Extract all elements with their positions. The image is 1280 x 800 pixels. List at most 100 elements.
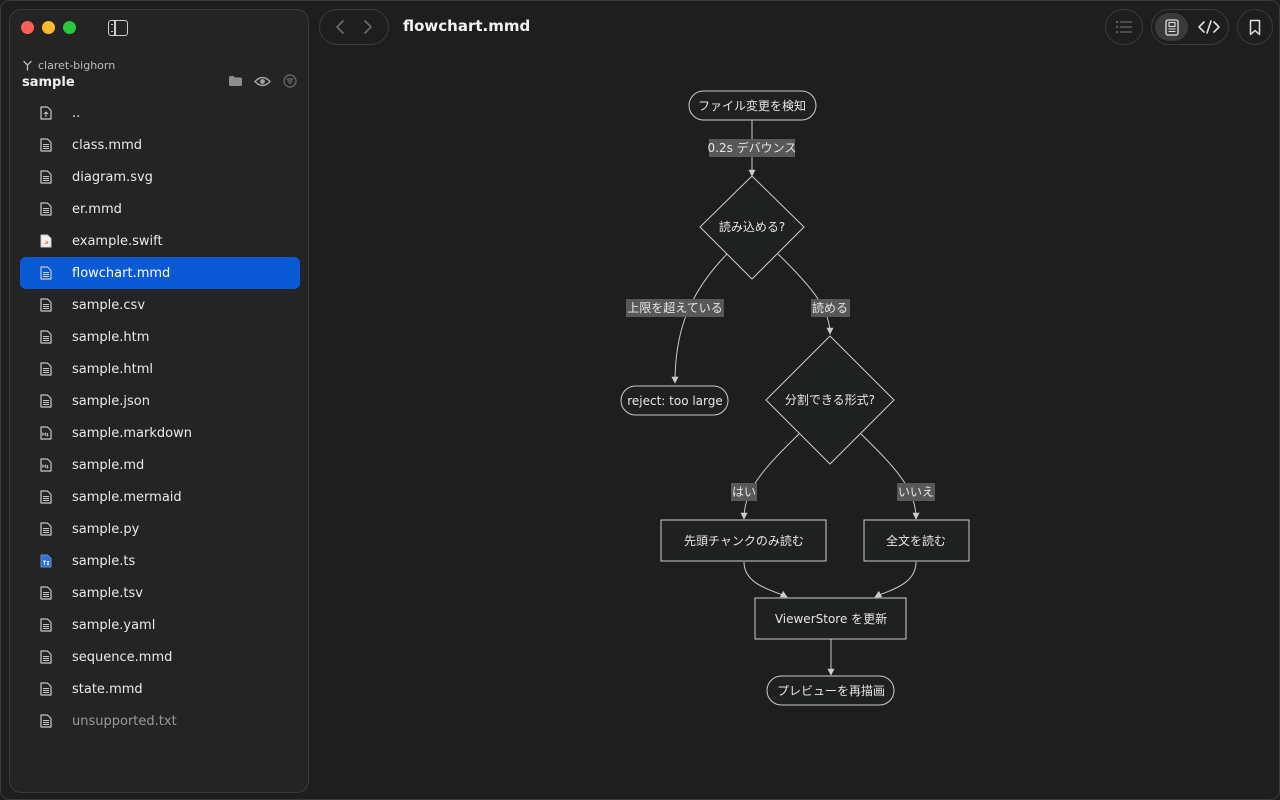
- file-item[interactable]: state.mmd: [20, 673, 300, 705]
- file-item[interactable]: sample.json: [20, 385, 300, 417]
- file-item[interactable]: diagram.svg: [20, 161, 300, 193]
- edge-label-over-limit: 上限を超えている: [627, 300, 722, 315]
- file-item[interactable]: sample.md: [20, 449, 300, 481]
- bookmark-icon: [1249, 19, 1261, 35]
- node-head-chunk: 先頭チャンクのみ読む: [660, 519, 827, 562]
- file-item[interactable]: unsupported.txt: [20, 705, 300, 737]
- swift-doc-icon: [40, 234, 52, 248]
- edge-read-to-reject: [671, 253, 728, 384]
- file-name: flowchart.mmd: [72, 265, 171, 281]
- file-item[interactable]: sample.html: [20, 353, 300, 385]
- doc-icon: [40, 618, 52, 632]
- file-name: sequence.mmd: [72, 649, 173, 665]
- doc-icon: [40, 522, 52, 536]
- app-window: claret-bighorn sample .. class.mmd diagram…: [0, 0, 1280, 800]
- file-item[interactable]: flowchart.mmd: [20, 257, 300, 289]
- node-read-check: 読み込める?: [699, 175, 805, 280]
- file-item[interactable]: class.mmd: [20, 129, 300, 161]
- filter-icon[interactable]: [281, 74, 298, 88]
- node-redraw: プレビューを再描画: [766, 675, 895, 706]
- file-item[interactable]: sample.tsv: [20, 577, 300, 609]
- ts-doc-icon: [40, 554, 52, 568]
- node-update-store: ViewerStore を更新: [754, 597, 907, 640]
- file-item[interactable]: ..: [20, 97, 300, 129]
- sidebar-toggle-icon[interactable]: [108, 20, 128, 36]
- markdown-doc-icon: [40, 426, 52, 440]
- file-item[interactable]: sample.ts: [20, 545, 300, 577]
- navigation-group: [319, 9, 389, 45]
- file-name: ..: [72, 105, 81, 121]
- folder-actions: [227, 74, 298, 88]
- doc-icon: [40, 138, 52, 152]
- file-item[interactable]: sample.markdown: [20, 417, 300, 449]
- file-name: class.mmd: [72, 137, 142, 153]
- node-head-chunk-label: 先頭チャンクのみ読む: [684, 533, 804, 548]
- edge-label-no: いいえ: [898, 485, 934, 499]
- doc-icon: [40, 266, 52, 280]
- sidebar: claret-bighorn sample .. class.mmd diagram…: [9, 9, 309, 793]
- file-name: sample.yaml: [72, 617, 156, 633]
- file-name: sample.json: [72, 393, 150, 409]
- chevron-right-icon: [364, 20, 372, 34]
- node-split-check-label: 分割できる形式?: [785, 392, 875, 407]
- edge-read-to-split: [777, 253, 834, 335]
- branch-icon: [23, 60, 32, 71]
- back-button[interactable]: [330, 17, 350, 37]
- list-icon: [1115, 20, 1133, 34]
- zoom-window-button[interactable]: [63, 21, 76, 34]
- file-name: diagram.svg: [72, 169, 153, 185]
- branch-name: claret-bighorn: [38, 59, 116, 72]
- doc-icon: [40, 586, 52, 600]
- parent-doc-icon: [40, 106, 52, 120]
- file-name: unsupported.txt: [72, 713, 177, 729]
- close-window-button[interactable]: [21, 21, 34, 34]
- edge-full-to-store: [874, 561, 917, 598]
- file-item[interactable]: example.swift: [20, 225, 300, 257]
- file-item[interactable]: sequence.mmd: [20, 641, 300, 673]
- edge-label-debounce: 0.2s デバウンス: [708, 140, 797, 155]
- node-reject-label: reject: too large: [627, 394, 723, 408]
- file-name: sample.htm: [72, 329, 150, 345]
- markdown-doc-icon: [40, 458, 52, 472]
- view-mode-switcher: [1151, 9, 1229, 45]
- doc-icon: [40, 202, 52, 216]
- node-full-read-label: 全文を読む: [886, 533, 946, 548]
- file-item[interactable]: sample.csv: [20, 289, 300, 321]
- doc-icon: [40, 490, 52, 504]
- file-name: sample.mermaid: [72, 489, 182, 505]
- outline-button[interactable]: [1105, 9, 1143, 45]
- edge-split-to-full: [860, 433, 920, 520]
- file-item[interactable]: sample.py: [20, 513, 300, 545]
- file-item[interactable]: sample.htm: [20, 321, 300, 353]
- node-split-check: 分割できる形式?: [765, 335, 895, 465]
- preview-mode-button[interactable]: [1155, 13, 1188, 41]
- folder-icon[interactable]: [227, 74, 244, 88]
- node-start-label: ファイル変更を検知: [698, 98, 806, 113]
- folder-title: sample: [22, 75, 75, 90]
- file-item[interactable]: sample.mermaid: [20, 481, 300, 513]
- minimize-window-button[interactable]: [42, 21, 55, 34]
- forward-button[interactable]: [358, 17, 378, 37]
- doc-icon: [40, 298, 52, 312]
- preview-doc-icon: [1164, 18, 1179, 36]
- window-controls: [21, 21, 76, 34]
- node-full-read: 全文を読む: [863, 519, 970, 562]
- chevron-left-icon: [336, 20, 344, 34]
- preview-canvas: 0.2s デバウンス 上限を超えている 読める はい いいえ ファイル変更を検知…: [311, 51, 1279, 799]
- source-mode-button[interactable]: [1192, 13, 1225, 41]
- file-name: sample.py: [72, 521, 140, 537]
- doc-icon: [40, 170, 52, 184]
- flowchart-diagram: 0.2s デバウンス 上限を超えている 読める はい いいえ ファイル変更を検知…: [620, 90, 970, 706]
- eye-icon[interactable]: [254, 74, 271, 88]
- doc-icon: [40, 330, 52, 344]
- file-item[interactable]: sample.yaml: [20, 609, 300, 641]
- bookmark-button[interactable]: [1237, 9, 1273, 45]
- doc-icon: [40, 682, 52, 696]
- doc-icon: [40, 714, 52, 728]
- doc-icon: [40, 362, 52, 376]
- file-name: state.mmd: [72, 681, 143, 697]
- file-item[interactable]: er.mmd: [20, 193, 300, 225]
- edge-label-readable: 読める: [812, 300, 848, 315]
- doc-icon: [40, 394, 52, 408]
- doc-icon: [40, 650, 52, 664]
